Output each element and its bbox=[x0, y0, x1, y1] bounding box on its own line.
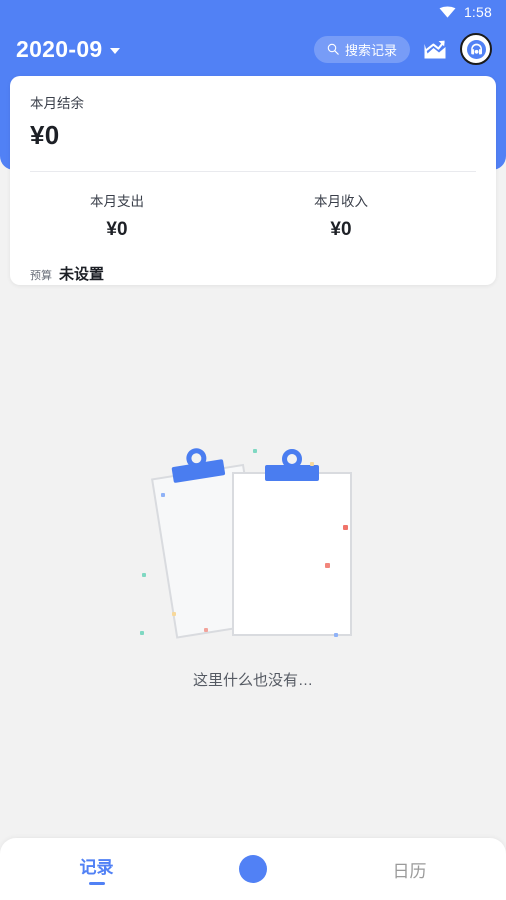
user-avatar-icon[interactable] bbox=[460, 33, 492, 65]
add-record-fab[interactable] bbox=[239, 855, 267, 883]
month-selector[interactable]: 2020-09 bbox=[16, 36, 120, 63]
tab-calendar-label: 日历 bbox=[392, 861, 427, 881]
chevron-down-icon bbox=[109, 48, 120, 54]
bottom-navigation: 记录 日历 bbox=[0, 838, 506, 900]
budget-row[interactable]: 预算 未设置 bbox=[30, 263, 476, 284]
balance-value: ¥0 bbox=[30, 120, 60, 150]
empty-state: 这里什么也没有… bbox=[0, 440, 506, 690]
income-value: ¥0 bbox=[330, 219, 352, 240]
app-bar: 2020-09 搜索记录 bbox=[0, 26, 506, 72]
app-root: 1:58 2020-09 搜索记录 本月结余 ¥0 本月支出 ¥0 本月收入 ¥… bbox=[0, 0, 506, 900]
tab-records[interactable]: 记录 bbox=[0, 838, 193, 900]
budget-label: 预算 bbox=[30, 270, 52, 282]
fab-container bbox=[193, 855, 313, 883]
income-column: 本月收入 ¥0 bbox=[254, 190, 476, 241]
monthly-summary-card: 本月结余 ¥0 本月支出 ¥0 本月收入 ¥0 预算 未设置 bbox=[10, 76, 496, 285]
tab-records-label: 记录 bbox=[79, 858, 114, 878]
search-records-button[interactable]: 搜索记录 bbox=[313, 35, 410, 63]
budget-value: 未设置 bbox=[59, 266, 105, 283]
wifi-icon bbox=[439, 6, 456, 18]
search-placeholder-text: 搜索记录 bbox=[344, 42, 397, 58]
search-icon bbox=[327, 43, 339, 55]
expense-column: 本月支出 ¥0 bbox=[30, 190, 254, 241]
balance-label: 本月结余 bbox=[30, 96, 84, 111]
card-divider bbox=[30, 171, 476, 172]
totals-row: 本月支出 ¥0 本月收入 ¥0 bbox=[30, 190, 476, 241]
empty-clipboard-illustration bbox=[138, 440, 368, 655]
status-time: 1:58 bbox=[463, 4, 492, 20]
expense-value: ¥0 bbox=[106, 219, 128, 240]
status-bar: 1:58 bbox=[0, 0, 506, 24]
active-tab-indicator bbox=[88, 882, 105, 885]
month-label: 2020-09 bbox=[16, 35, 103, 62]
tab-calendar[interactable]: 日历 bbox=[313, 838, 506, 900]
expense-label: 本月支出 bbox=[90, 194, 144, 209]
chart-trending-up-icon[interactable] bbox=[420, 34, 450, 64]
income-label: 本月收入 bbox=[314, 194, 368, 209]
empty-state-text: 这里什么也没有… bbox=[192, 672, 313, 689]
app-bar-actions: 搜索记录 bbox=[313, 33, 492, 65]
